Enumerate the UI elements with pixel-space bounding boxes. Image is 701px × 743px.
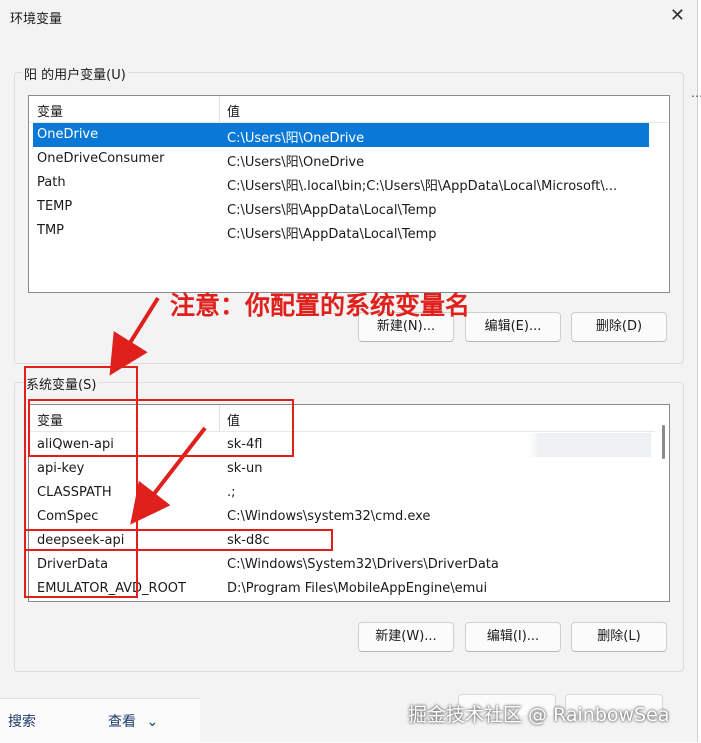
variable-name: ComSpec — [37, 509, 99, 524]
column-header-name[interactable]: 变量 — [37, 410, 63, 429]
variable-name: CLASSPATH — [37, 485, 112, 500]
system-new-button[interactable]: 新建(W)... — [358, 622, 454, 652]
variable-name: OneDriveConsumer — [37, 151, 165, 166]
variable-value: C:\Users\阳\OneDrive — [227, 131, 365, 146]
column-divider[interactable] — [219, 405, 220, 431]
variable-name: DriverData — [37, 557, 109, 572]
variable-value: C:\Windows\System32\Drivers\DriverData — [227, 557, 499, 572]
list-item[interactable]: DriverData C:\Windows\System32\Drivers\D… — [33, 553, 651, 577]
watermark: 掘金技术社区 @ RainbowSea — [408, 704, 670, 726]
user-delete-button[interactable]: 删除(D) — [571, 312, 667, 342]
environment-variables-dialog: 环境变量 ✕ 阳 的用户变量(U) 变量 值 OneDrive C:\Users… — [0, 0, 698, 742]
list-item[interactable]: TEMP C:\Users\阳\AppData\Local\Temp — [33, 195, 649, 219]
variable-value: C:\Users\阳\AppData\Local\Temp — [227, 227, 437, 242]
system-edit-button[interactable]: 编辑(I)... — [465, 622, 561, 652]
list-item[interactable]: CLASSPATH .; — [33, 481, 651, 505]
variable-value: sk-4fl — [227, 437, 263, 452]
list-header: 变量 值 — [29, 405, 669, 432]
variable-name: api-key — [37, 461, 85, 476]
list-item[interactable]: OneDrive C:\Users\阳\OneDrive — [33, 123, 649, 147]
variable-name: Path — [37, 175, 66, 190]
chevron-down-icon: ⌄ — [146, 714, 159, 730]
variable-name: deepseek-api — [37, 533, 125, 548]
user-variables-list[interactable]: 变量 值 OneDrive C:\Users\阳\OneDrive OneDri… — [28, 95, 670, 293]
variable-value: C:\Users\阳\AppData\Local\Temp — [227, 203, 437, 218]
variable-name: TMP — [37, 223, 64, 238]
search-button[interactable]: 搜索 — [8, 711, 36, 731]
list-item[interactable]: OneDriveConsumer C:\Users\阳\OneDrive — [33, 147, 649, 171]
list-item[interactable]: TMP C:\Users\阳\AppData\Local\Temp — [33, 219, 649, 243]
system-variables-list[interactable]: 变量 值 aliQwen-api sk-4fl api-key sk-un CL… — [28, 404, 670, 602]
list-item[interactable]: ComSpec C:\Windows\system32\cmd.exe — [33, 505, 651, 529]
system-delete-button[interactable]: 删除(L) — [571, 622, 667, 652]
system-variables-label: 系统变量(S) — [24, 374, 99, 393]
variable-name: aliQwen-api — [37, 437, 114, 452]
user-variables-label: 阳 的用户变量(U) — [22, 64, 128, 83]
column-header-value[interactable]: 值 — [227, 410, 240, 429]
variable-value: sk-un — [227, 461, 263, 476]
list-item[interactable]: Path C:\Users\阳\.local\bin;C:\Users\阳\Ap… — [33, 171, 649, 195]
variable-value: D:\Program Files\MobileAppEngine\emui — [227, 581, 488, 596]
column-header-value[interactable]: 值 — [227, 101, 240, 120]
scrollbar-thumb[interactable] — [662, 425, 665, 459]
taskbar: 搜索 查看 ⌄ — [0, 698, 200, 743]
window-title: 环境变量 — [10, 12, 63, 27]
background-window-edge: … — [691, 86, 701, 100]
variable-name: OneDrive — [37, 127, 99, 142]
variable-value: .; — [227, 485, 236, 500]
column-divider[interactable] — [219, 96, 220, 122]
close-icon[interactable]: ✕ — [670, 5, 685, 26]
view-button[interactable]: 查看 ⌄ — [108, 711, 158, 731]
variable-value: C:\Users\阳\OneDrive — [227, 155, 365, 170]
variable-value: sk-d8c — [227, 533, 270, 548]
list-item[interactable]: EMULATOR_AVD_ROOT D:\Program Files\Mobil… — [33, 577, 651, 601]
annotation-text: 注意：你配置的系统变量名 — [170, 291, 471, 320]
column-header-name[interactable]: 变量 — [37, 101, 63, 120]
list-item[interactable]: api-key sk-un — [33, 457, 651, 481]
variable-name: EMULATOR_AVD_ROOT — [37, 581, 186, 596]
user-edit-button[interactable]: 编辑(E)... — [465, 312, 561, 342]
list-item[interactable]: deepseek-api sk-d8c — [33, 529, 651, 553]
variable-value: C:\Windows\system32\cmd.exe — [227, 509, 431, 524]
variable-name: TEMP — [37, 199, 73, 214]
list-item[interactable]: aliQwen-api sk-4fl — [33, 433, 651, 457]
variable-value: C:\Users\阳\.local\bin;C:\Users\阳\AppData… — [227, 179, 618, 194]
list-header: 变量 值 — [29, 96, 669, 123]
view-label: 查看 — [108, 714, 136, 730]
vertical-scrollbar[interactable] — [655, 405, 669, 601]
title-bar: 环境变量 ✕ — [0, 0, 697, 34]
